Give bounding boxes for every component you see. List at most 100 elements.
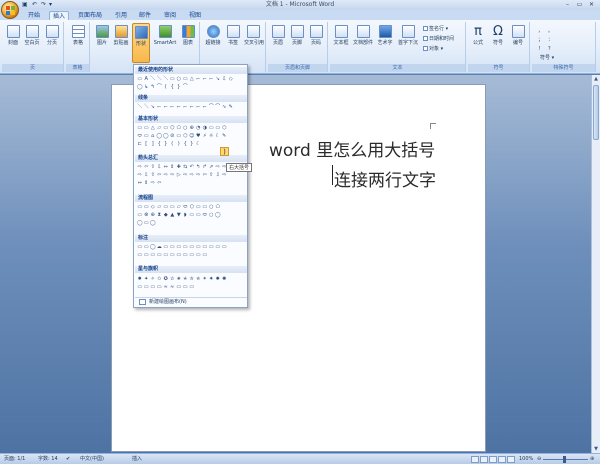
right-brace-shape-hovered[interactable]: ) [220, 147, 229, 156]
shape-item[interactable]: ⊕ [150, 212, 156, 218]
shape-item[interactable]: ✮ [189, 276, 195, 282]
shape-item[interactable]: ⇨ [215, 164, 221, 170]
shape-item[interactable]: ≈ [163, 284, 169, 290]
shape-item[interactable]: △ [189, 76, 195, 82]
language-indicator[interactable]: 中文(中国) [80, 456, 104, 463]
shape-item[interactable]: ⌐ [176, 104, 182, 110]
shape-item[interactable]: ☾ [215, 133, 221, 139]
insert-mode[interactable]: 插入 [132, 456, 142, 463]
shape-item[interactable]: ◇ [228, 76, 234, 82]
shape-item[interactable]: ⌐ [183, 104, 189, 110]
shape-item[interactable]: ⌒ [157, 84, 163, 90]
page-count[interactable]: 页面: 1/1 [4, 456, 25, 463]
symbol-button[interactable]: Ω 符号 [490, 25, 506, 47]
scroll-up-icon[interactable]: ▲ [592, 75, 600, 83]
shape-item[interactable]: ◑ [202, 125, 208, 131]
shape-item[interactable]: ▭ [137, 76, 143, 82]
shape-item[interactable]: ▭ [137, 252, 143, 258]
close-button[interactable]: ✕ [586, 1, 597, 8]
flowchart-row-2[interactable]: ▭ ⊗ ⊕ ⧗ ◆ ▲ ▼ ◗ ▭ ▭ ⬭ ○ ◯ [137, 212, 221, 219]
drop-cap-button[interactable]: 首字下沉 [396, 25, 420, 47]
shape-item[interactable]: ○ [183, 125, 189, 131]
shape-item[interactable]: ⌒ [183, 84, 189, 90]
numbering-button[interactable]: 编号 [510, 25, 526, 47]
shape-item[interactable]: ✚ [176, 164, 182, 170]
shape-item[interactable]: ⬡ [183, 133, 189, 139]
shape-item[interactable]: ＼ [150, 76, 156, 82]
shape-item[interactable]: ▭ [170, 76, 176, 82]
shape-item[interactable]: ⇦ [144, 164, 150, 170]
shape-item[interactable]: ▭ [176, 252, 182, 258]
more-symbols-dropdown[interactable]: 符号 ▾ [540, 55, 554, 62]
draft-view-icon[interactable] [507, 456, 515, 463]
shape-item[interactable]: ⌐ [202, 76, 208, 82]
shape-item[interactable]: ☾ [196, 141, 202, 147]
shape-item[interactable]: ☼ [209, 133, 215, 139]
shape-item[interactable]: ⬭ [202, 212, 208, 218]
scroll-thumb[interactable] [593, 85, 599, 140]
hyperlink-button[interactable]: 超链接 [204, 25, 222, 47]
flowchart-row-1[interactable]: ▭ ▭ ◇ ▱ ▭ ▭ ▱ ⬭ ⬡ ▭ ▭ ○ ⬠ [137, 204, 221, 211]
shape-item[interactable]: ◯ [137, 220, 143, 226]
shape-item[interactable]: ⌐ [196, 76, 202, 82]
shape-item[interactable]: ⇨ [163, 172, 169, 178]
tab-references[interactable]: 引用 [110, 11, 132, 20]
shape-item[interactable]: ⇦ [157, 172, 163, 178]
shape-item[interactable]: ▭ [137, 284, 143, 290]
shape-item[interactable]: ◯ [215, 212, 221, 218]
shape-item[interactable]: ◗ [183, 212, 189, 218]
office-button[interactable] [1, 1, 19, 19]
shape-item[interactable]: ▭ [189, 284, 195, 290]
basic-shapes-row-1[interactable]: ▭ ▭ △ ▱ ▭ ⬡ ⬠ ○ ⊕ ◔ ◑ ▭ ▭ ⬡ [137, 125, 227, 132]
shape-item[interactable]: ⬭ [183, 204, 189, 210]
shape-item[interactable]: ⊗ [144, 212, 150, 218]
footer-button[interactable]: 页脚 [289, 25, 305, 47]
text-box-button[interactable]: 文本框 [332, 25, 350, 47]
shape-item[interactable]: ✷ [209, 276, 215, 282]
shape-item[interactable]: ⬡ [189, 204, 195, 210]
shape-item[interactable]: ▭ [176, 244, 182, 250]
shape-item[interactable]: ◯ [137, 84, 143, 90]
shape-item[interactable]: ▭ [163, 244, 169, 250]
shape-item[interactable]: ⇕ [170, 164, 176, 170]
shape-item[interactable]: { [170, 84, 176, 90]
shape-item[interactable]: ✶ [202, 276, 208, 282]
shape-item[interactable]: ⌐ [163, 104, 169, 110]
shape-item[interactable]: ✸ [137, 276, 143, 282]
shape-item[interactable]: ▭ [170, 204, 176, 210]
document-line-2[interactable]: 连接两行文字 [334, 166, 436, 191]
shape-item[interactable]: ⬭ [137, 133, 143, 139]
shape-item[interactable]: ◯ [150, 220, 156, 226]
recent-shapes-row-1[interactable]: ▭ A ＼ ＼ ＼ ▭ ○ ▭ △ ⌐ ⌐ ⌐ ↘ ⇩ ◇ [137, 76, 234, 83]
smartart-button[interactable]: SmartArt [153, 25, 177, 47]
symbol-colon[interactable]: ： [548, 37, 553, 44]
shape-item[interactable]: ▭ [215, 125, 221, 131]
shape-item[interactable]: ⇨ [137, 172, 143, 178]
shape-item[interactable]: ▭ [170, 252, 176, 258]
shape-item[interactable]: ) [176, 141, 182, 147]
shape-item[interactable]: ✧ [150, 276, 156, 282]
shape-item[interactable]: ▷ [176, 172, 182, 178]
symbol-period[interactable]: 。 [548, 28, 553, 35]
shape-item[interactable]: ⇩ [215, 172, 221, 178]
shape-item[interactable]: ▭ [189, 244, 195, 250]
shape-item[interactable]: ⬠ [215, 204, 221, 210]
document-line-1[interactable]: word 里怎么用大括号 [269, 136, 435, 161]
cover-page-button[interactable]: 封面 [5, 25, 21, 47]
shape-item[interactable]: ♥ [196, 133, 202, 139]
shape-item[interactable]: ◇ [150, 204, 156, 210]
lines-row-1[interactable]: ＼ ＼ ↘ ⌐ ⌐ ⌐ ⌐ ⌐ ⌐ ⌐ ⌐ ⌒ ⌒ ∿ ✎ [137, 104, 234, 111]
shape-item[interactable]: ▭ [170, 244, 176, 250]
shape-item[interactable]: ( [170, 141, 176, 147]
shape-item[interactable]: ▭ [150, 284, 156, 290]
basic-shapes-row-2[interactable]: ⬭ ▭ ⌂ ◯ ◯ ⊘ ▭ ⬡ ☺ ♥ ⚡ ☼ ☾ ✎ [137, 133, 227, 140]
symbol-question[interactable]: ？ [548, 46, 553, 53]
shape-item[interactable]: ▭ [157, 252, 163, 258]
shape-item[interactable]: ⌐ [157, 104, 163, 110]
shape-item[interactable]: ▭ [144, 252, 150, 258]
shape-item[interactable]: ＼ [137, 104, 143, 110]
shape-item[interactable]: ▭ [189, 252, 195, 258]
shape-item[interactable]: ✹ [215, 276, 221, 282]
shape-item[interactable]: ▭ [196, 244, 202, 250]
block-arrows-row-2[interactable]: ⇨ ⇩ ⇧ ⇦ ⇨ ⇨ ▷ ⇨ ⇨ ⇨ ⇦ ⇧ ⇩ ⇨ [137, 172, 227, 179]
